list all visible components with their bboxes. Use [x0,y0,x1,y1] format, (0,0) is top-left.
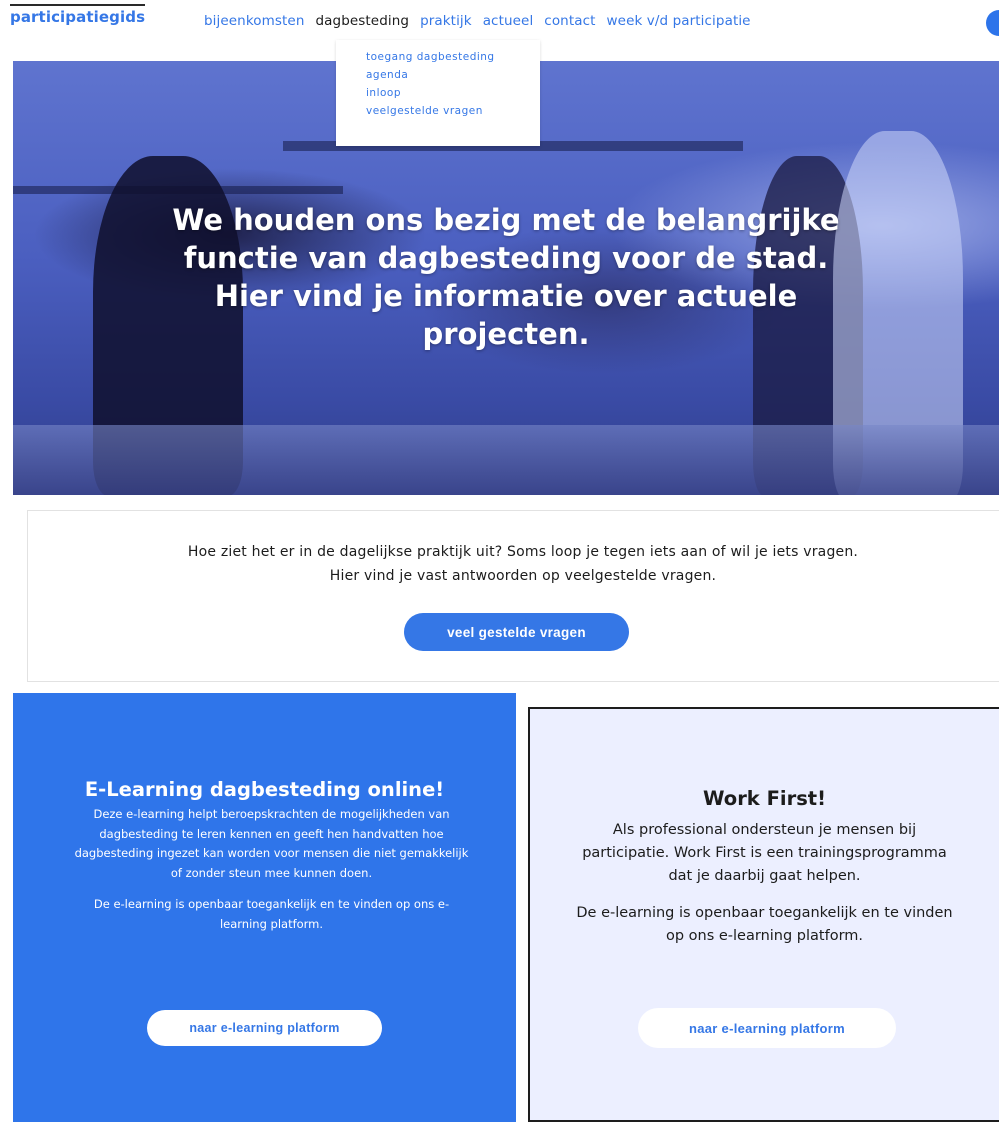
dropdown-item-veelgestelde-vragen[interactable]: veelgestelde vragen [366,102,540,120]
nav-item-praktijk[interactable]: praktijk [420,13,472,29]
dagbesteding-dropdown-menu: toegang dagbesteding agenda inloop veelg… [336,40,540,146]
nav-item-week-participatie[interactable]: week v/d participatie [607,13,751,29]
nav-item-actueel[interactable]: actueel [483,13,534,29]
workfirst-body: Als professional ondersteun je mensen bi… [570,819,959,962]
dropdown-list: toegang dagbesteding agenda inloop veelg… [336,40,540,120]
elearning-body: Deze e-learning helpt beroepskrachten de… [71,805,472,946]
workfirst-paragraph-1: Als professional ondersteun je mensen bi… [582,822,947,884]
dropdown-item-toegang[interactable]: toegang dagbesteding [366,48,540,66]
dropdown-item-agenda[interactable]: agenda [366,66,540,84]
elearning-paragraph-1: Deze e-learning helpt beroepskrachten de… [74,807,469,880]
elearning-platform-button[interactable]: naar e-learning platform [147,1010,382,1046]
workfirst-title: Work First! [702,787,827,810]
account-icon[interactable] [986,10,999,36]
nav-item-bijeenkomsten[interactable]: bijeenkomsten [204,13,304,29]
workfirst-platform-button[interactable]: naar e-learning platform [638,1008,896,1048]
faq-button[interactable]: veel gestelde vragen [404,613,629,651]
elearning-card: E-Learning dagbesteding online! Deze e-l… [13,693,516,1122]
elearning-title: E-Learning dagbesteding online! [84,778,445,801]
hero-photo-counter [13,425,999,495]
nav-item-dagbesteding[interactable]: dagbesteding [315,13,409,29]
faq-text: Hoe ziet het er in de dagelijkse praktij… [187,544,859,584]
hero-title: We houden ons bezig met de belangrijke f… [172,203,840,351]
site-logo[interactable]: participatiegids [10,4,146,26]
faq-section: Hoe ziet het er in de dagelijkse praktij… [27,510,999,682]
dropdown-item-inloop[interactable]: inloop [366,84,540,102]
nav-item-contact[interactable]: contact [544,13,595,29]
workfirst-paragraph-2: De e-learning is openbaar toegankelijk e… [576,905,953,944]
main-nav: bijeenkomsten dagbesteding praktijk actu… [204,13,751,29]
workfirst-card: Work First! Als professional ondersteun … [528,707,999,1122]
elearning-paragraph-2: De e-learning is openbaar toegankelijk e… [93,897,450,931]
